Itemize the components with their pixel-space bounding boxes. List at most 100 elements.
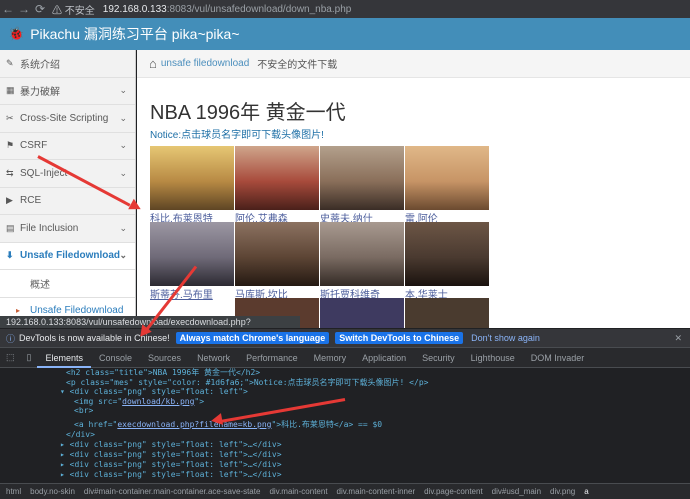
dom-node-div-close: </div> [66, 430, 95, 439]
sidebar-subitem-overview[interactable]: 概述 [0, 270, 135, 298]
inspect-element-icon[interactable]: ⬚ [0, 352, 21, 363]
player-card: 斯蒂芬.马布里 [150, 222, 234, 301]
site-header: 🐞 Pikachu 漏洞练习平台 pika~pika~ [0, 18, 690, 50]
dom-crumb[interactable]: div.png [550, 487, 575, 496]
a-tag-close: ">科比.布莱恩特</a> == $0 [271, 420, 383, 429]
dom-node-h2[interactable]: <h2 class="title">NBA 1996年 黄金一代</h2> [66, 368, 260, 378]
address-bar: ← → ⟳ ⚠ 不安全 192.168.0.133:8083/vul/unsaf… [0, 0, 690, 18]
sidebar-item-bruteforce[interactable]: ▦ 暴力破解 ⌄ [0, 78, 135, 105]
player-photo [405, 298, 489, 328]
img-tag-close: "> [194, 396, 205, 406]
dom-node-div-png[interactable]: ▸ <div class="png" style="float: left">…… [60, 450, 282, 460]
tab-application[interactable]: Application [354, 348, 414, 368]
dom-crumb[interactable]: div.page-content [424, 487, 483, 496]
a-tag-open: <a href=" [74, 420, 118, 429]
sidebar-item-unsafe-filedownload[interactable]: ⬇ Unsafe Filedownload ⌄ [0, 242, 135, 270]
dom-node-div-png[interactable]: ▾ <div class="png" style="float: left"> [60, 387, 248, 397]
dom-crumb[interactable]: div.main-content [269, 487, 327, 496]
player-photo [320, 146, 404, 210]
sidebar-item-rce[interactable]: ▶RCE⌄ [0, 188, 135, 215]
scissors-icon: ✂ [6, 112, 14, 123]
player-card: 马库斯.坎比 [235, 222, 319, 301]
forward-icon[interactable]: → [16, 2, 32, 16]
player-card: 阿伦.艾弗森 [235, 146, 319, 225]
sidebar-item-xss[interactable]: ✂ Cross-Site Scripting ⌄ [0, 105, 135, 133]
sidebar-item-csrf[interactable]: ⚑ CSRF ⌄ [0, 133, 135, 160]
site-title[interactable]: Pikachu 漏洞练习平台 pika~pika~ [30, 24, 239, 44]
breadcrumb-current: 不安全的文件下载 [257, 60, 338, 71]
tab-performance[interactable]: Performance [238, 348, 306, 368]
tab-sources[interactable]: Sources [140, 348, 189, 368]
sidebar-item-label: Cross-Site Scripting [20, 112, 109, 124]
chevron-down-icon: ⌄ [119, 140, 127, 151]
dom-node-div-png[interactable]: ▸ <div class="png" style="float: left">…… [60, 460, 282, 470]
dom-crumb[interactable]: div#main-container.main-container.ace-sa… [84, 487, 261, 496]
chevron-down-icon: ⌄ [119, 250, 127, 261]
pencil-icon: ✎ [6, 57, 14, 68]
chevron-down-icon: ⌄ [119, 112, 127, 123]
tab-lighthouse[interactable]: Lighthouse [463, 348, 523, 368]
player-photo [235, 146, 319, 210]
annotation-arrowhead [210, 413, 224, 427]
tab-console[interactable]: Console [91, 348, 140, 368]
player-photo [235, 222, 319, 286]
player-photo [405, 146, 489, 210]
tab-network[interactable]: Network [189, 348, 238, 368]
breadcrumb-link[interactable]: unsafe filedownload [161, 58, 249, 69]
sidebar-item-intro[interactable]: ✎ 系统介绍 [0, 50, 135, 78]
dom-crumb[interactable]: div#usd_main [492, 487, 541, 496]
sidebar-item-label: 暴力破解 [20, 87, 60, 99]
player-card: 斯托贾科维奇 [320, 222, 404, 301]
dom-crumb[interactable]: div.main-content-inner [337, 487, 416, 496]
player-photo [150, 222, 234, 286]
sidebar-item-label: CSRF [20, 140, 48, 152]
devtools-language-infobar: ⓘ DevTools is now available in Chinese! … [0, 329, 690, 348]
security-indicator[interactable]: ⚠ 不安全 [52, 2, 95, 17]
file-icon: ▤ [6, 222, 15, 233]
dom-crumb[interactable]: body.no-skin [30, 487, 75, 496]
breadcrumb: ⌂ unsafe filedownload 不安全的文件下载 [137, 50, 690, 78]
sidebar-item-label: RCE [20, 195, 42, 207]
dom-node-div-png[interactable]: ▸ <div class="png" style="float: left">…… [60, 440, 282, 450]
sidebar-item-label: File Inclusion [20, 222, 79, 234]
tab-dom-invader[interactable]: DOM Invader [523, 348, 593, 368]
dom-node-div-png[interactable]: ▸ <div class="png" style="float: left">…… [60, 470, 282, 480]
img-src-link[interactable]: download/kb.png [122, 397, 194, 406]
a-href-link[interactable]: execdownload.php?filename=kb.png [117, 420, 271, 429]
device-toolbar-icon[interactable]: ▯ [21, 352, 38, 363]
sidebar-subitem-label: 概述 [30, 279, 50, 291]
url-field[interactable]: 192.168.0.133:8083/vul/unsafedownload/do… [103, 4, 352, 15]
security-text: 不安全 [64, 5, 95, 17]
sidebar-item-file-inclusion[interactable]: ▤ File Inclusion ⌄ [0, 215, 135, 243]
home-icon[interactable]: ⌂ [149, 56, 157, 71]
chevron-down-icon: ⌄ [119, 85, 127, 96]
tab-elements[interactable]: Elements [37, 348, 91, 368]
dom-crumb[interactable]: a [584, 487, 588, 496]
dom-breadcrumb-bar: html body.no-skin div#main-container.mai… [0, 483, 690, 499]
back-icon[interactable]: ← [0, 2, 16, 16]
devtools-tabbar: ⬚ ▯ Elements Console Sources Network Per… [0, 348, 690, 368]
tab-memory[interactable]: Memory [306, 348, 355, 368]
play-icon: ▶ [6, 195, 13, 206]
dom-node-img[interactable]: <img src="download/kb.png"> [74, 397, 204, 407]
dom-node-br[interactable]: <br> [74, 406, 93, 416]
arrows-icon: ⇆ [6, 167, 14, 178]
dont-show-again-button[interactable]: Don't show again [467, 332, 544, 344]
download-icon: ⬇ [6, 250, 14, 261]
sidebar: ✎ 系统介绍 ▦ 暴力破解 ⌄ ✂ Cross-Site Scripting ⌄ ⚑ CSR… [0, 50, 136, 328]
elements-dom-tree: <h2 class="title">NBA 1996年 黄金一代</h2> <p… [0, 368, 690, 483]
dom-node-p[interactable]: <p class="mes" style="color: #1d6fa6;">N… [66, 378, 428, 388]
page-title: NBA 1996年 黄金一代 [150, 102, 346, 124]
dom-crumb[interactable]: html [6, 487, 21, 496]
close-icon[interactable]: ✕ [674, 333, 682, 344]
switch-chinese-button[interactable]: Switch DevTools to Chinese [335, 332, 464, 344]
player-download-link[interactable]: 斯蒂芬.马布里 [150, 286, 234, 301]
notice-text: Notice:点击球员名字即可下载头像图片! [150, 130, 324, 141]
player-photo [150, 146, 234, 210]
url-host: 192.168.0.133 [102, 3, 167, 15]
tab-security[interactable]: Security [414, 348, 463, 368]
chevron-down-icon: ⌄ [119, 167, 127, 178]
reload-icon[interactable]: ⟳ [32, 2, 48, 16]
player-card: 科比.布莱恩特 [150, 146, 234, 225]
match-language-button[interactable]: Always match Chrome's language [175, 332, 330, 344]
